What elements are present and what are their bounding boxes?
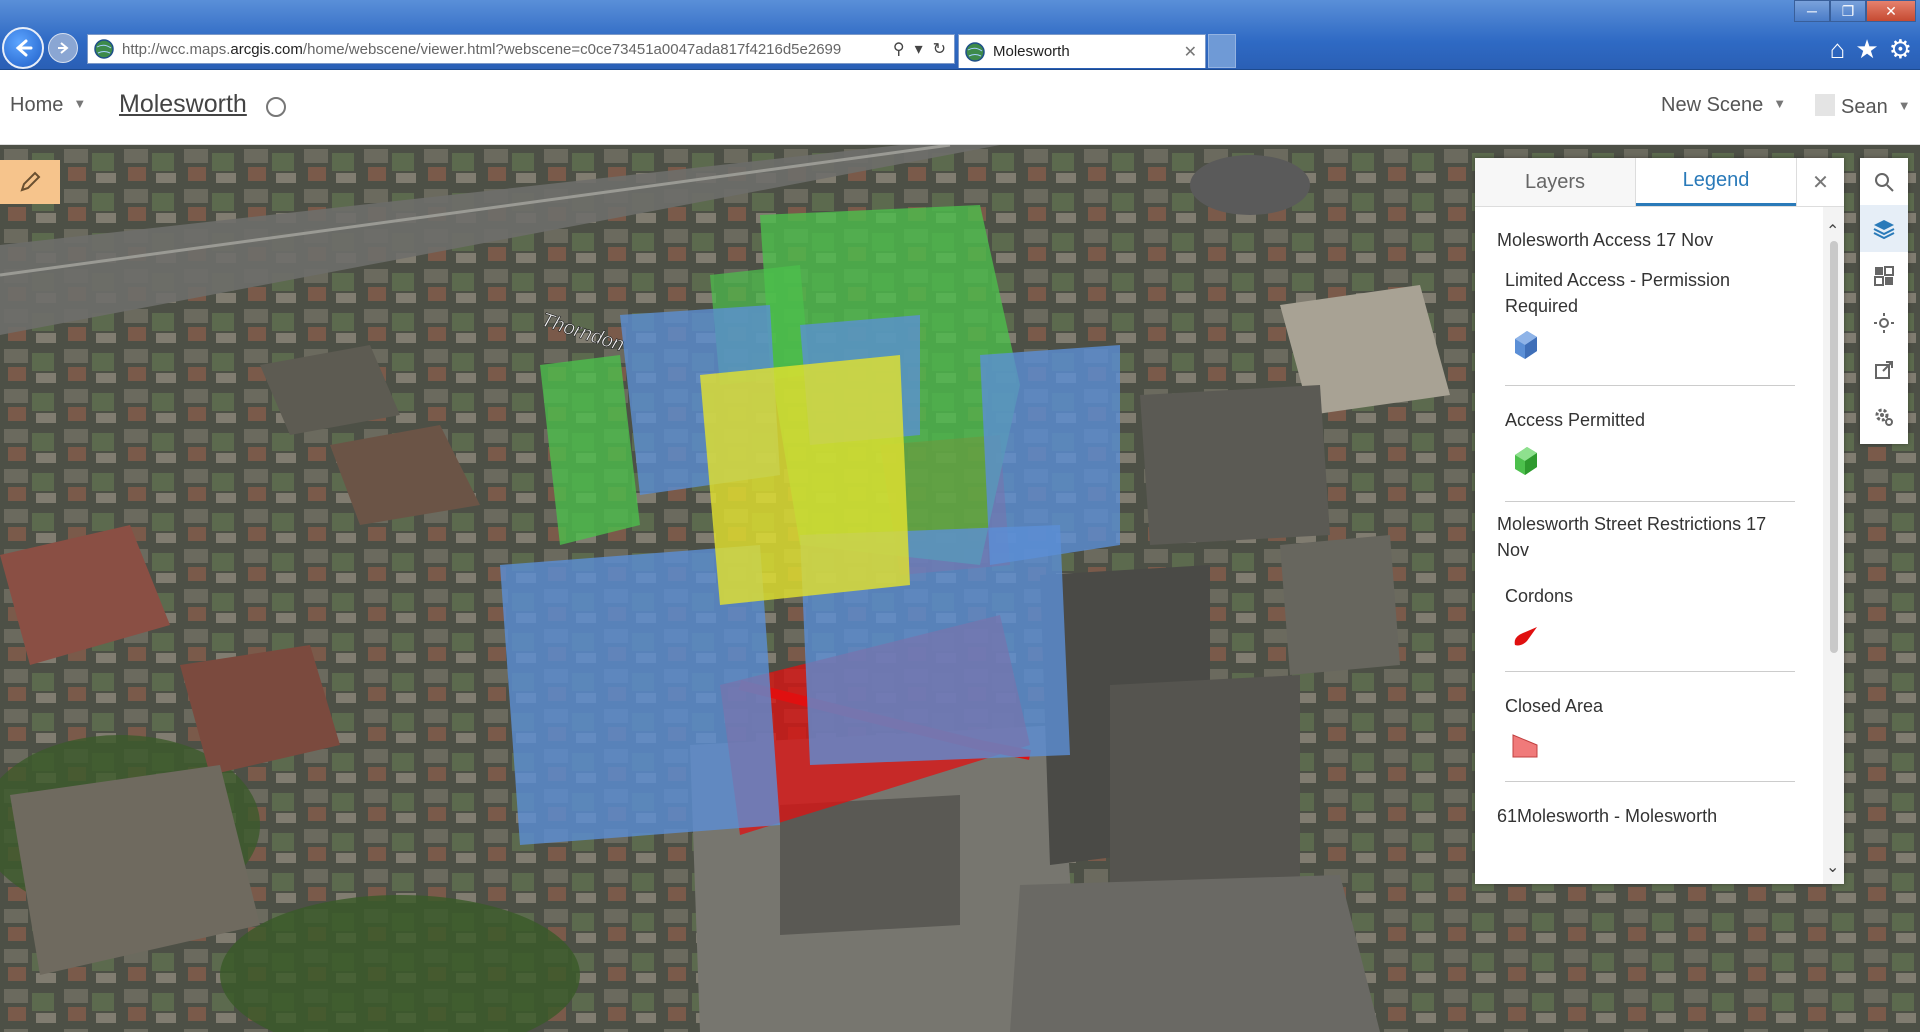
site-globe-icon [94, 39, 114, 59]
address-bar[interactable]: http://wcc.maps.arcgis.com/home/webscene… [87, 34, 955, 64]
share-icon [1875, 360, 1893, 379]
home-menu[interactable]: Home ▼ [10, 94, 86, 117]
closed-area-symbol-icon [1512, 734, 1538, 758]
legend-item-label: Limited Access - Permission Required [1505, 270, 1731, 316]
new-scene-menu[interactable]: New Scene ▼ [1661, 94, 1786, 117]
search-icon [1875, 172, 1894, 192]
window-controls: ─ ❐ ✕ [1794, 0, 1916, 22]
browser-tab[interactable]: Molesworth ✕ [958, 34, 1206, 68]
legend-item-label: Access Permitted [1505, 410, 1646, 430]
legend-panel: Layers Legend ✕ Molesworth Access 17 Nov… [1475, 158, 1844, 884]
pencil-icon [20, 171, 41, 192]
tab-close-icon[interactable]: ✕ [1184, 42, 1205, 62]
scroll-thumb[interactable] [1830, 241, 1838, 653]
home-label: Home [10, 94, 64, 116]
layer-title: Molesworth Access 17 Nov [1497, 230, 1714, 250]
window-close-icon[interactable]: ✕ [1866, 0, 1916, 22]
maximize-icon[interactable]: ❐ [1830, 0, 1866, 22]
tab-legend[interactable]: Legend [1636, 158, 1796, 206]
new-tab-button[interactable] [1208, 34, 1236, 68]
chevron-down-icon: ▼ [1773, 96, 1787, 111]
edit-button[interactable] [0, 160, 60, 204]
refresh-icon[interactable]: ↻ [933, 39, 946, 59]
minimize-icon[interactable]: ─ [1794, 0, 1830, 22]
legend-body: Molesworth Access 17 Nov Limited Access … [1475, 207, 1823, 884]
search-tool-button[interactable] [1860, 158, 1908, 205]
limited-access-symbol-icon [1515, 331, 1537, 359]
settings-gear-icon[interactable]: ⚙ [1889, 34, 1912, 65]
scene-title[interactable]: Molesworth [119, 90, 247, 119]
legend-item-label: Closed Area [1505, 696, 1604, 716]
scroll-up-icon[interactable]: ⌃ [1826, 221, 1839, 241]
scene-toolbar [1860, 158, 1908, 444]
panel-close-icon[interactable]: ✕ [1796, 158, 1844, 206]
gear-icon [1875, 408, 1893, 426]
legend-scrollbar[interactable]: ⌃ ⌄ [1823, 207, 1844, 884]
access-permitted-symbol-icon [1515, 447, 1537, 475]
app-header: Home ▼ Molesworth New Scene ▼ Sean ▼ [0, 70, 1920, 145]
layer-title: Molesworth Street Restrictions 17 Nov [1497, 514, 1767, 560]
home-icon[interactable]: ⌂ [1830, 34, 1846, 65]
user-name: Sean [1841, 96, 1888, 118]
layers-tool-button[interactable] [1860, 205, 1908, 252]
favorites-star-icon[interactable]: ★ [1855, 34, 1878, 65]
sun-icon [1874, 312, 1894, 333]
settings-tool-button[interactable] [1860, 393, 1908, 440]
panel-tabs: Layers Legend ✕ [1475, 158, 1844, 207]
share-globe-icon [266, 97, 286, 117]
back-arrow-icon [15, 39, 33, 57]
layers-icon [1873, 219, 1895, 239]
forward-arrow-icon [58, 42, 69, 54]
tab-title: Molesworth [993, 43, 1070, 60]
dropdown-icon[interactable]: ▾ [915, 39, 923, 59]
chevron-down-icon: ▼ [73, 96, 87, 111]
forward-button[interactable] [48, 33, 78, 63]
basemap-tool-button[interactable] [1860, 252, 1908, 299]
grid-icon [1874, 265, 1894, 286]
scroll-down-icon[interactable]: ⌄ [1826, 857, 1839, 877]
daylight-tool-button[interactable] [1860, 299, 1908, 346]
user-menu[interactable]: Sean ▼ [1815, 94, 1911, 119]
tab-layers[interactable]: Layers [1475, 158, 1636, 206]
chevron-down-icon: ▼ [1897, 98, 1911, 113]
search-icon[interactable]: ⚲ [893, 39, 905, 59]
layer-title: 61Molesworth - Molesworth [1497, 806, 1718, 826]
back-button[interactable] [2, 27, 44, 69]
url-text: http://wcc.maps.arcgis.com/home/webscene… [122, 40, 842, 58]
share-tool-button[interactable] [1860, 346, 1908, 393]
browser-chrome: http://wcc.maps.arcgis.com/home/webscene… [0, 0, 1920, 70]
legend-item-label: Cordons [1505, 586, 1574, 606]
tab-globe-icon [965, 41, 985, 62]
avatar [1815, 94, 1835, 116]
cordons-symbol-icon [1514, 627, 1537, 646]
new-scene-label: New Scene [1661, 94, 1764, 116]
